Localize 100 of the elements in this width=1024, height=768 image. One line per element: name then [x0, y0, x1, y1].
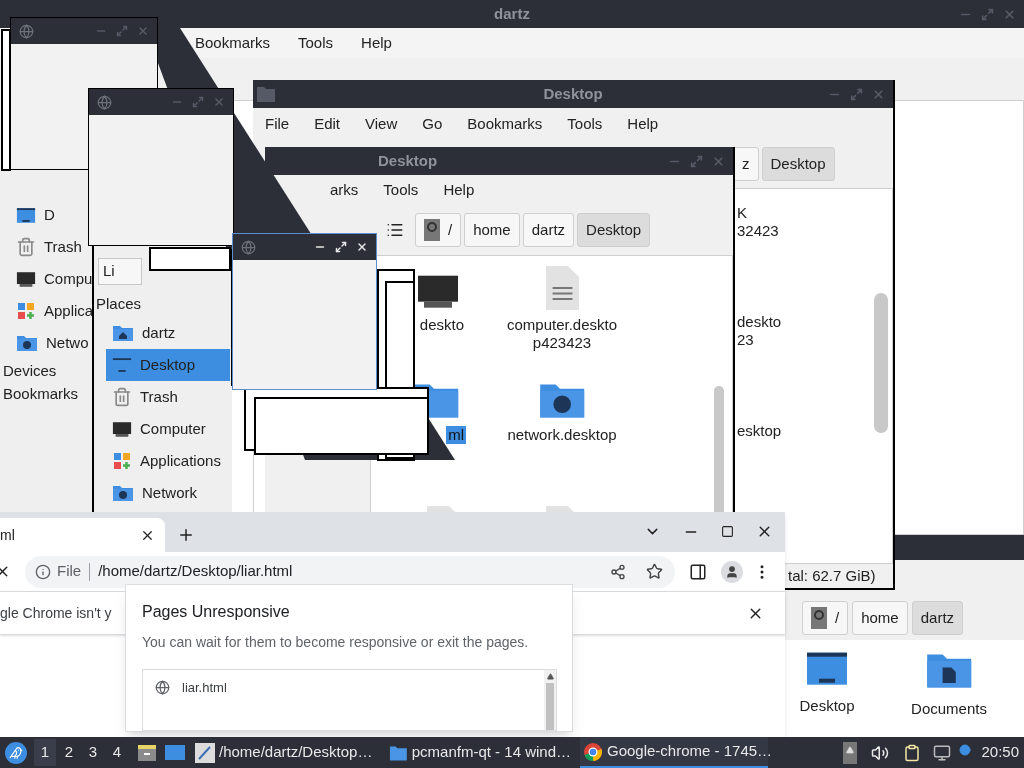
- network-icon[interactable]: [933, 743, 952, 762]
- desktop-icon: [805, 650, 849, 688]
- path-button[interactable]: Desktop: [761, 147, 835, 181]
- menu-item[interactable]: Edit: [314, 112, 341, 136]
- menu-item[interactable]: arks: [330, 178, 359, 202]
- text-editor-icon: [195, 742, 215, 763]
- person-icon: [725, 564, 739, 579]
- desktop-icon: [16, 206, 36, 224]
- window-title: Desktop: [543, 83, 603, 104]
- path-button[interactable]: /: [415, 213, 462, 247]
- sidebar-item[interactable]: Netwo: [46, 331, 89, 355]
- sidebar-item[interactable]: Trash: [106, 381, 230, 413]
- path-button[interactable]: home: [852, 601, 908, 635]
- list-item[interactable]: liar.html: [182, 678, 227, 698]
- home-folder-icon: [112, 324, 134, 342]
- window-title: dartz: [494, 3, 530, 24]
- sidebar-section: Devices: [0, 359, 92, 382]
- menu-item[interactable]: Help: [443, 178, 475, 202]
- menu-item[interactable]: Go: [422, 112, 443, 136]
- sidebar-section: Places: [96, 293, 232, 317]
- task-button[interactable]: /home/dartz/Desktop…: [192, 737, 380, 768]
- file-name[interactable]: computer.deskto p423423: [504, 316, 620, 352]
- volume-icon[interactable]: [871, 743, 890, 762]
- menu-item[interactable]: Help: [627, 112, 659, 136]
- globe-icon: [97, 94, 112, 110]
- drive-icon: [424, 219, 440, 241]
- apps-icon: [112, 451, 132, 471]
- sidebar-item[interactable]: Compu: [44, 267, 93, 291]
- eject-icon[interactable]: [843, 741, 858, 764]
- info-icon[interactable]: [35, 563, 51, 580]
- start-menu-button[interactable]: [5, 741, 27, 764]
- path-button[interactable]: home: [464, 213, 520, 247]
- menu-item[interactable]: File: [265, 112, 290, 136]
- close-icon[interactable]: [356, 241, 368, 253]
- workspace-button[interactable]: 2: [58, 739, 80, 766]
- menu-item[interactable]: Bookmarks: [195, 31, 271, 55]
- notification-icon[interactable]: [959, 743, 972, 756]
- sidebar-section: Bookmarks: [0, 382, 92, 405]
- menu-item[interactable]: View: [365, 112, 398, 136]
- network-folder-icon: [16, 334, 38, 352]
- path-button[interactable]: /: [802, 601, 849, 635]
- apps-icon: [16, 301, 36, 321]
- window-title: Desktop: [378, 150, 438, 171]
- trash-icon: [16, 237, 36, 257]
- new-tab-icon[interactable]: [177, 526, 195, 544]
- task-button[interactable]: pcmanfm-qt - 14 wind…: [386, 737, 574, 768]
- browser-tab[interactable]: ml: [0, 518, 165, 552]
- folder-icon: [257, 86, 275, 102]
- drive-icon: [811, 607, 827, 629]
- address-bar[interactable]: File /home/dartz/Desktop/liar.html: [25, 555, 675, 588]
- workspace-button[interactable]: 3: [82, 739, 104, 766]
- folder-icon: [389, 743, 408, 762]
- menu-item[interactable]: Tools: [298, 31, 334, 55]
- file-name[interactable]: network.desktop: [505, 426, 619, 444]
- workspace-button[interactable]: 4: [106, 739, 128, 766]
- sidebar-item[interactable]: Applica: [44, 299, 94, 323]
- network-folder-icon: [112, 484, 134, 502]
- monitor-icon: [16, 270, 36, 288]
- scroll-up-icon[interactable]: [546, 673, 554, 680]
- path-button[interactable]: Desktop: [577, 213, 651, 247]
- file-manager-icon[interactable]: [137, 742, 157, 763]
- scroll-thumb[interactable]: [546, 683, 554, 730]
- sidebar-item[interactable]: D: [44, 203, 55, 227]
- file-name[interactable]: Desktop: [799, 695, 855, 718]
- sidebar-item[interactable]: Applications: [106, 445, 230, 477]
- chrome-logo-icon: [583, 741, 603, 762]
- share-icon[interactable]: [610, 563, 626, 580]
- clock: 20:50: [981, 742, 1019, 763]
- side-panel-icon[interactable]: [689, 562, 707, 581]
- dialog-message: You can wait for them to become responsive or exit the pages.: [142, 633, 530, 652]
- dialog-title: Pages Unresponsive: [142, 602, 291, 622]
- globe-icon: [155, 680, 170, 696]
- workspace-button[interactable]: 1: [34, 739, 56, 766]
- file-name[interactable]: esktop: [737, 422, 874, 440]
- menu-item[interactable]: Tools: [383, 178, 419, 202]
- file-name[interactable]: Documents: [911, 697, 987, 721]
- bookmark-star-icon[interactable]: [646, 563, 663, 580]
- profile-avatar[interactable]: [721, 560, 743, 583]
- sidebar-item[interactable]: dartz: [106, 317, 230, 349]
- path-button[interactable]: dartz: [522, 213, 575, 247]
- maximize-icon[interactable]: [335, 241, 347, 253]
- path-button[interactable]: dartz: [911, 601, 964, 635]
- list-view-icon[interactable]: [386, 221, 404, 239]
- document-icon: [545, 266, 579, 310]
- menu-item[interactable]: Tools: [567, 112, 603, 136]
- file-name[interactable]: ml: [446, 426, 466, 444]
- view-selector[interactable]: Li: [98, 258, 142, 285]
- sidebar-item[interactable]: Network: [106, 477, 230, 509]
- task-button[interactable]: Google-chrome - 1745…: [580, 737, 768, 768]
- maximize-icon[interactable]: [721, 525, 734, 538]
- clipboard-icon[interactable]: [903, 743, 922, 762]
- menu-item[interactable]: Help: [361, 31, 392, 55]
- sidebar-item[interactable]: Computer: [106, 413, 230, 445]
- sidebar-item[interactable]: Desktop: [106, 349, 230, 381]
- show-desktop-icon[interactable]: [164, 743, 186, 762]
- file-name[interactable]: K 32423: [737, 204, 874, 240]
- sidebar-item[interactable]: Trash: [44, 235, 82, 259]
- file-name[interactable]: deskto 23: [737, 313, 874, 349]
- menu-item[interactable]: Bookmarks: [467, 112, 543, 136]
- path-button[interactable]: z: [733, 147, 759, 181]
